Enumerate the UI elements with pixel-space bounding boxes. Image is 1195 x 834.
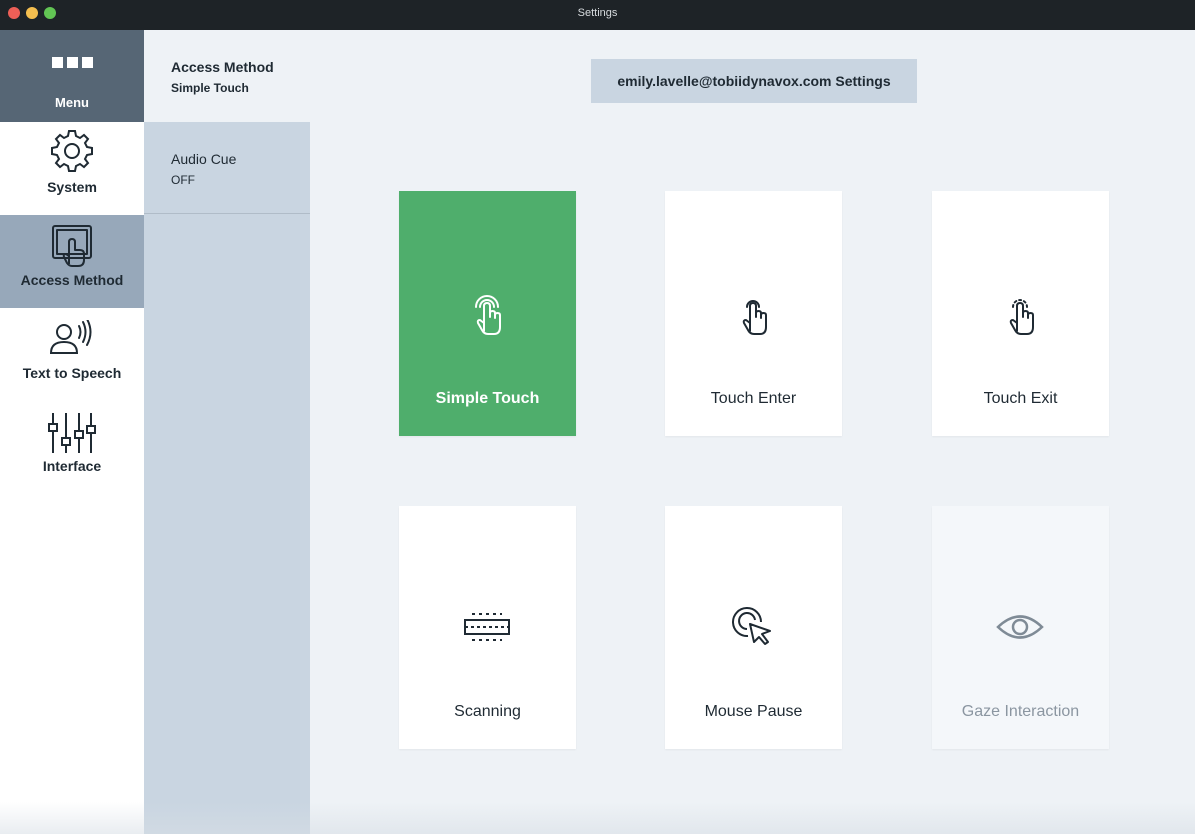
gaze-interaction-card[interactable]: Gaze Interaction [932, 506, 1109, 749]
card-label: Touch Enter [710, 390, 797, 407]
card-label: Mouse Pause [704, 703, 803, 720]
sidebar-item-system[interactable]: System [0, 122, 144, 215]
eye-icon [996, 615, 1044, 639]
audio-cue-item[interactable]: Audio Cue OFF [144, 122, 310, 214]
card-label: Gaze Interaction [961, 703, 1080, 720]
card-label: Simple Touch [435, 390, 540, 407]
touch-enter-card[interactable]: Touch Enter [665, 191, 842, 436]
access-method-panel: Access Method Simple Touch Audio Cue OFF [144, 30, 310, 834]
setting-title: Access Method [171, 59, 274, 75]
sidebar-item-label: System [47, 179, 97, 195]
sidebar-item-interface[interactable]: Interface [0, 401, 144, 494]
setting-value: Simple Touch [171, 81, 249, 95]
account-settings-banner: emily.lavelle@tobiidynavox.com Settings [591, 59, 917, 103]
sidebar-item-text-to-speech[interactable]: Text to Speech [0, 308, 144, 401]
sliders-icon [48, 413, 96, 453]
sidebar-item-label: Interface [42, 458, 102, 474]
menu-grid-icon [52, 57, 93, 68]
card-label: Scanning [454, 703, 521, 720]
sidebar: Menu System Access Method Text to Speech… [0, 30, 144, 834]
sidebar-menu-button[interactable]: Menu [0, 30, 144, 122]
scanning-card[interactable]: Scanning [399, 506, 576, 749]
sidebar-item-label: Access Method [20, 272, 124, 288]
sidebar-item-access-method[interactable]: Access Method [0, 215, 144, 308]
touch-enter-icon [742, 300, 767, 335]
sidebar-menu-label: Menu [55, 95, 89, 110]
sidebar-item-label: Text to Speech [22, 365, 122, 381]
simple-touch-card[interactable]: Simple Touch [399, 191, 576, 436]
mouse-pause-icon [732, 607, 771, 645]
audio-cue-label: Audio Cue [171, 151, 237, 167]
tap-finger-icon [475, 295, 501, 335]
touch-screen-icon [52, 225, 92, 267]
window-title: Settings [577, 7, 618, 19]
mouse-pause-card[interactable]: Mouse Pause [665, 506, 842, 749]
scanning-icon [464, 613, 510, 641]
title-bar: Settings [0, 0, 1195, 30]
speaking-head-icon [49, 320, 92, 354]
gear-icon [51, 130, 93, 172]
current-setting-header: Access Method Simple Touch [144, 30, 310, 122]
touch-exit-icon [1009, 299, 1034, 335]
audio-cue-value: OFF [171, 173, 195, 187]
touch-exit-card[interactable]: Touch Exit [932, 191, 1109, 436]
card-label: Touch Exit [983, 390, 1058, 407]
